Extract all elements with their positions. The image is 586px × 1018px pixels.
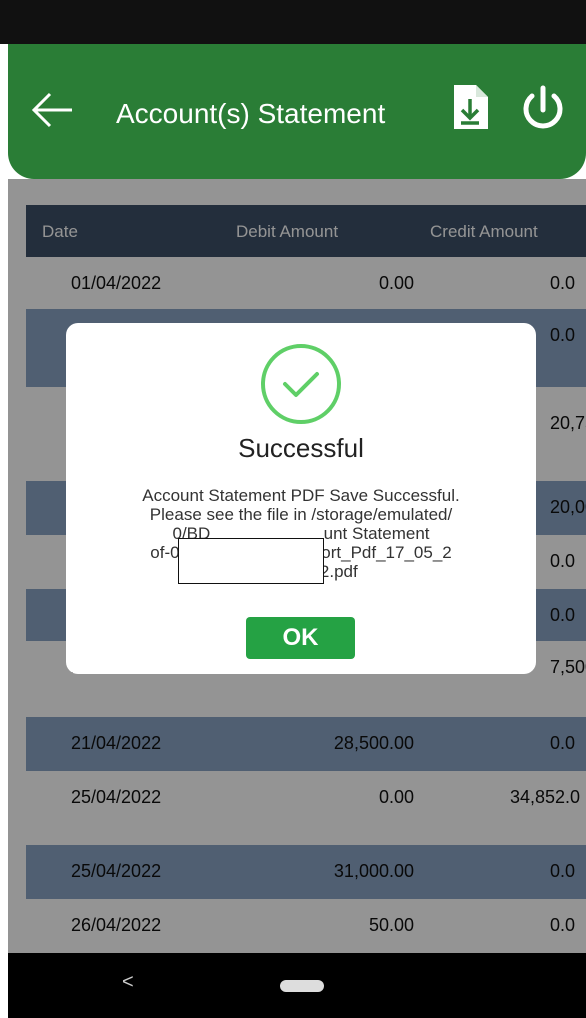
- file-download-icon: [454, 85, 488, 129]
- success-dialog: Successful Account Statement PDF Save Su…: [66, 323, 536, 674]
- dialog-message-line: Please see the file in /storage/emulated…: [149, 505, 453, 524]
- power-icon: [523, 85, 563, 129]
- dialog-title: Successful: [238, 433, 364, 463]
- nav-back-icon[interactable]: <: [122, 971, 134, 994]
- check-circle-icon: [261, 344, 341, 424]
- app-bar: Account(s) Statement: [8, 44, 586, 179]
- page-title: Account(s) Statement: [116, 98, 386, 129]
- back-button[interactable]: [30, 90, 74, 130]
- screen-left-edge: [0, 44, 8, 1018]
- nav-home-pill-icon[interactable]: [280, 980, 324, 992]
- arrow-left-icon: [31, 92, 72, 128]
- system-nav-bar: <: [8, 953, 586, 1018]
- redaction-box: [178, 538, 324, 584]
- download-pdf-button[interactable]: [448, 81, 492, 133]
- ok-button[interactable]: OK: [246, 617, 355, 659]
- logout-button[interactable]: [518, 84, 568, 134]
- dialog-message-line: Account Statement PDF Save Successful.: [142, 486, 460, 505]
- status-bar: [0, 0, 586, 44]
